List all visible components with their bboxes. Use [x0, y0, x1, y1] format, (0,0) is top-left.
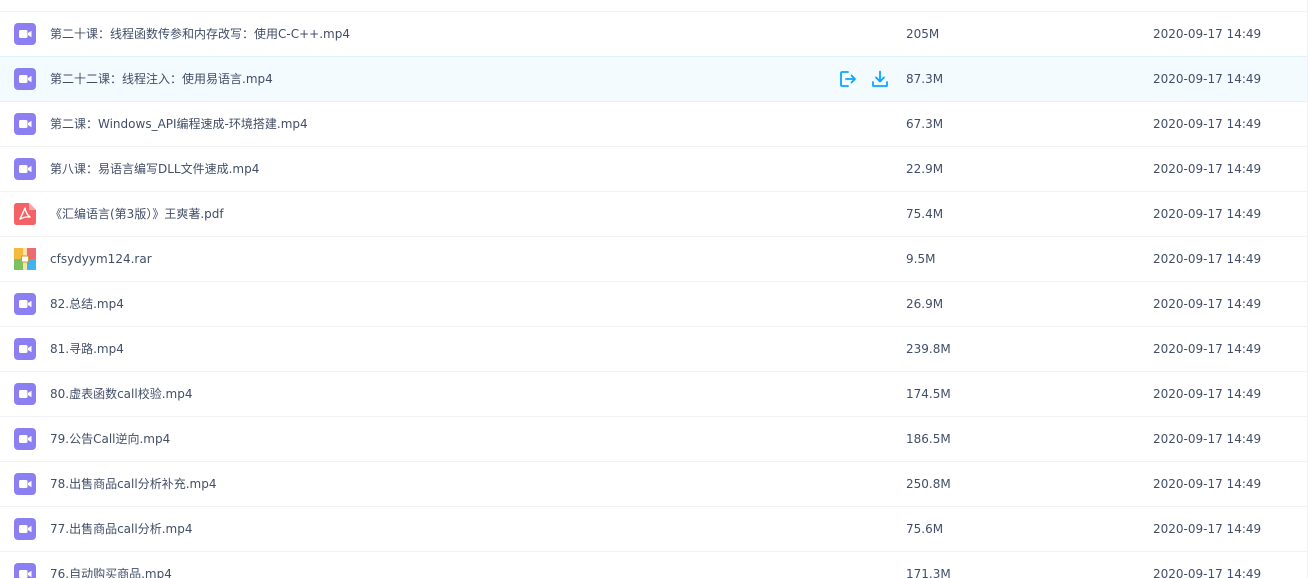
file-name[interactable]: 82.总结.mp4: [50, 282, 124, 326]
file-name[interactable]: 第二课：Windows_API编程速成-环境搭建.mp4: [50, 102, 308, 146]
download-icon[interactable]: [870, 69, 890, 89]
file-row[interactable]: 78.出售商品call分析补充.mp4 250.8M 2020-09-17 14…: [0, 462, 1308, 507]
file-size: 9.5M: [906, 252, 936, 266]
file-name[interactable]: 《汇编语言(第3版）》王爽著.pdf: [50, 192, 224, 236]
file-name[interactable]: 76.自动购买商品.mp4: [50, 552, 172, 578]
file-size: 87.3M: [906, 72, 944, 86]
file-name[interactable]: 77.出售商品call分析.mp4: [50, 507, 192, 551]
archive-icon: [14, 248, 36, 270]
file-row[interactable]: 第二十课：线程函数传参和内存改写：使用C-C++.mp4 205M 2020-0…: [0, 12, 1308, 57]
file-date: 2020-09-17 14:49: [1153, 387, 1262, 401]
file-date: 2020-09-17 14:49: [1153, 522, 1262, 536]
file-date: 2020-09-17 14:49: [1153, 252, 1262, 266]
file-size: 250.8M: [906, 477, 951, 491]
file-row[interactable]: 第二十二课：线程注入：使用易语言.mp4 87.3M 2020-09-17 14…: [0, 56, 1308, 102]
file-row[interactable]: 79.公告Call逆向.mp4 186.5M 2020-09-17 14:49: [0, 417, 1308, 462]
video-icon: [14, 563, 36, 578]
video-icon: [14, 113, 36, 135]
file-size: 67.3M: [906, 117, 944, 131]
file-size: 26.9M: [906, 297, 944, 311]
file-name[interactable]: 第二十课：线程函数传参和内存改写：使用C-C++.mp4: [50, 12, 350, 56]
row-actions: [838, 69, 890, 89]
file-name[interactable]: 78.出售商品call分析补充.mp4: [50, 462, 216, 506]
video-icon: [14, 338, 36, 360]
file-date: 2020-09-17 14:49: [1153, 477, 1262, 491]
file-size: 75.4M: [906, 207, 944, 221]
pdf-icon: [14, 203, 36, 225]
video-icon: [14, 23, 36, 45]
share-icon[interactable]: [838, 69, 858, 89]
file-row[interactable]: [0, 0, 1308, 12]
file-row[interactable]: 82.总结.mp4 26.9M 2020-09-17 14:49: [0, 282, 1308, 327]
video-icon: [14, 293, 36, 315]
file-size: 239.8M: [906, 342, 951, 356]
file-size: 75.6M: [906, 522, 944, 536]
file-row[interactable]: 第二课：Windows_API编程速成-环境搭建.mp4 67.3M 2020-…: [0, 102, 1308, 147]
file-name[interactable]: 81.寻路.mp4: [50, 327, 124, 371]
file-size: 171.3M: [906, 567, 951, 578]
file-date: 2020-09-17 14:49: [1153, 72, 1262, 86]
file-list: 第二十课：线程函数传参和内存改写：使用C-C++.mp4 205M 2020-0…: [0, 0, 1308, 578]
file-row[interactable]: 76.自动购买商品.mp4 171.3M 2020-09-17 14:49: [0, 552, 1308, 578]
video-icon: [14, 473, 36, 495]
file-row[interactable]: cfsydyym124.rar 9.5M 2020-09-17 14:49: [0, 237, 1308, 282]
file-size: 22.9M: [906, 162, 944, 176]
file-date: 2020-09-17 14:49: [1153, 567, 1262, 578]
file-name[interactable]: 80.虚表函数call校验.mp4: [50, 372, 192, 416]
file-name[interactable]: 第二十二课：线程注入：使用易语言.mp4: [50, 57, 273, 101]
video-icon: [14, 428, 36, 450]
file-date: 2020-09-17 14:49: [1153, 162, 1262, 176]
file-name[interactable]: cfsydyym124.rar: [50, 237, 152, 281]
file-date: 2020-09-17 14:49: [1153, 117, 1262, 131]
file-rows: 第二十课：线程函数传参和内存改写：使用C-C++.mp4 205M 2020-0…: [0, 0, 1308, 578]
file-size: 205M: [906, 27, 940, 41]
file-size: 174.5M: [906, 387, 951, 401]
file-date: 2020-09-17 14:49: [1153, 27, 1262, 41]
video-icon: [14, 158, 36, 180]
file-row[interactable]: 第八课：易语言编写DLL文件速成.mp4 22.9M 2020-09-17 14…: [0, 147, 1308, 192]
file-date: 2020-09-17 14:49: [1153, 207, 1262, 221]
file-size: 186.5M: [906, 432, 951, 446]
file-row[interactable]: 《汇编语言(第3版）》王爽著.pdf 75.4M 2020-09-17 14:4…: [0, 192, 1308, 237]
file-row[interactable]: 77.出售商品call分析.mp4 75.6M 2020-09-17 14:49: [0, 507, 1308, 552]
file-name[interactable]: 79.公告Call逆向.mp4: [50, 417, 170, 461]
video-icon: [14, 68, 36, 90]
file-date: 2020-09-17 14:49: [1153, 297, 1262, 311]
file-name[interactable]: 第八课：易语言编写DLL文件速成.mp4: [50, 147, 259, 191]
video-icon: [14, 518, 36, 540]
video-icon: [14, 383, 36, 405]
file-row[interactable]: 80.虚表函数call校验.mp4 174.5M 2020-09-17 14:4…: [0, 372, 1308, 417]
file-date: 2020-09-17 14:49: [1153, 432, 1262, 446]
file-row[interactable]: 81.寻路.mp4 239.8M 2020-09-17 14:49: [0, 327, 1308, 372]
file-date: 2020-09-17 14:49: [1153, 342, 1262, 356]
